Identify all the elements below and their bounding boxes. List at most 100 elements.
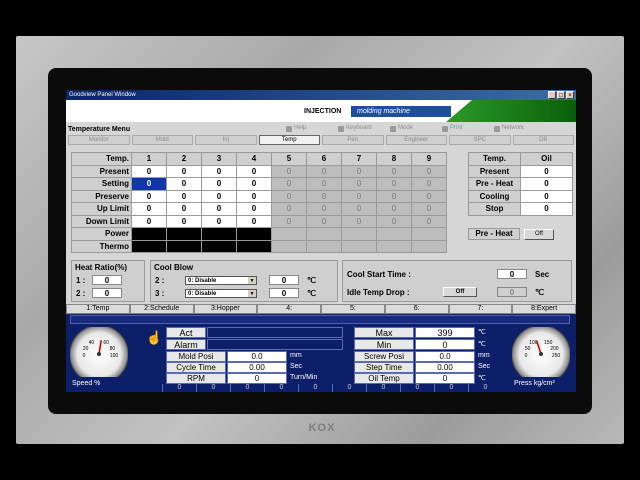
temp-cell[interactable]: 0 bbox=[236, 177, 272, 191]
fkey-6[interactable]: 6: bbox=[384, 304, 449, 314]
cool-blow-2-input[interactable]: 0 bbox=[269, 275, 299, 285]
temp-cell[interactable]: 0 bbox=[271, 177, 307, 191]
menu-network[interactable]: Network bbox=[494, 125, 546, 132]
temp-cell[interactable]: 0 bbox=[341, 202, 377, 216]
menu-mode[interactable]: Mode bbox=[390, 125, 442, 132]
temp-cell[interactable]: 0 bbox=[306, 202, 342, 216]
temp-cell[interactable]: 0 bbox=[201, 214, 237, 228]
temp-cell[interactable]: 0 bbox=[271, 202, 307, 216]
cool-start-input[interactable]: 0 bbox=[497, 269, 527, 279]
idle-drop-toggle-button[interactable]: Off bbox=[443, 287, 477, 297]
tab-engineer[interactable]: Engineer bbox=[385, 135, 447, 145]
oil-cooling-value[interactable]: 0 bbox=[520, 189, 573, 203]
menu-keyboard[interactable]: Keyboard bbox=[338, 125, 390, 132]
temp-cell[interactable]: 0 bbox=[271, 189, 307, 203]
temp-cell[interactable]: 0 bbox=[131, 202, 167, 216]
tab-mold[interactable]: Mold bbox=[131, 135, 193, 145]
temp-cell[interactable]: 0 bbox=[131, 164, 167, 178]
temp-cell[interactable]: 0 bbox=[166, 202, 202, 216]
thermo-indicator bbox=[271, 239, 307, 253]
temp-cell[interactable]: 0 bbox=[236, 189, 272, 203]
thermo-indicator bbox=[131, 239, 167, 253]
temp-cell[interactable]: 0 bbox=[376, 202, 412, 216]
close-button[interactable]: × bbox=[566, 91, 574, 99]
gauge-tick-label: 60 bbox=[103, 340, 109, 346]
temp-cell[interactable]: 0 bbox=[306, 164, 342, 178]
oil-stop-value[interactable]: 0 bbox=[520, 202, 573, 216]
temp-cell[interactable]: 0 bbox=[411, 189, 447, 203]
temp-cell[interactable]: 0 bbox=[376, 164, 412, 178]
fkey-3[interactable]: 3:Hopper bbox=[193, 304, 258, 314]
temp-cell[interactable]: 0 bbox=[131, 214, 167, 228]
temp-cell[interactable]: 0 bbox=[201, 189, 237, 203]
cool-blow-3-select[interactable]: 0: Disable bbox=[185, 288, 257, 298]
tab-spc[interactable]: SPC bbox=[449, 135, 511, 145]
tab-monitor[interactable]: Monitor bbox=[68, 135, 130, 145]
temp-cell[interactable]: 0 bbox=[131, 189, 167, 203]
zone-header: 9 bbox=[411, 152, 447, 166]
power-indicator bbox=[376, 227, 412, 241]
temp-cell[interactable]: 0 bbox=[166, 177, 202, 191]
temp-cell[interactable]: 0 bbox=[411, 202, 447, 216]
temp-cell[interactable]: 0 bbox=[201, 202, 237, 216]
temp-cell[interactable]: 0 bbox=[376, 214, 412, 228]
temp-cell[interactable]: 0 bbox=[306, 189, 342, 203]
fkey-5[interactable]: 5: bbox=[321, 304, 385, 314]
temp-cell[interactable]: 0 bbox=[166, 214, 202, 228]
heat-ratio-title: Heat Ratio(%) bbox=[75, 263, 128, 272]
minimize-button[interactable]: _ bbox=[548, 91, 556, 99]
thermo-indicator bbox=[411, 239, 447, 253]
temp-cell[interactable]: 0 bbox=[341, 164, 377, 178]
gauge-tick-label: 50 bbox=[525, 346, 531, 352]
oil-temp-value: 0 bbox=[415, 373, 475, 384]
temp-cell[interactable]: 0 bbox=[376, 177, 412, 191]
temp-cell[interactable]: 0 bbox=[341, 214, 377, 228]
temp-cell[interactable]: 0 bbox=[271, 214, 307, 228]
temp-cell[interactable]: 0 bbox=[166, 164, 202, 178]
fkey-4[interactable]: 4: bbox=[257, 304, 321, 314]
temp-cell[interactable]: 0 bbox=[201, 177, 237, 191]
temp-cell[interactable]: 0 bbox=[341, 177, 377, 191]
temp-cell[interactable]: 0 bbox=[201, 164, 237, 178]
tab-inj[interactable]: Inj bbox=[195, 135, 257, 145]
temp-cell[interactable]: 0 bbox=[131, 177, 167, 191]
preheat-toggle-button[interactable]: Off bbox=[524, 228, 554, 240]
power-indicator bbox=[166, 227, 202, 241]
temp-cell[interactable]: 0 bbox=[411, 177, 447, 191]
cool-blow-2-select[interactable]: 0: Disable bbox=[185, 275, 257, 285]
thermo-label: Thermo bbox=[71, 239, 132, 253]
temp-cell[interactable]: 0 bbox=[411, 214, 447, 228]
cool-blow-3-input[interactable]: 0 bbox=[269, 288, 299, 298]
temp-cell[interactable]: 0 bbox=[376, 189, 412, 203]
zone-header: 4 bbox=[236, 152, 272, 166]
fkey-1[interactable]: 1:Temp bbox=[66, 304, 130, 314]
tab-pen[interactable]: Pen bbox=[322, 135, 384, 145]
menu-print[interactable]: Print bbox=[442, 125, 494, 132]
fkey-8[interactable]: 8:Expert bbox=[512, 304, 576, 314]
tab-temp[interactable]: Temp bbox=[258, 135, 320, 145]
temp-cell[interactable]: 0 bbox=[236, 202, 272, 216]
tab-db[interactable]: DB bbox=[512, 135, 574, 145]
oil-present-value[interactable]: 0 bbox=[520, 164, 573, 178]
menu-help[interactable]: Help bbox=[286, 125, 338, 132]
heat-ratio-1-input[interactable]: 0 bbox=[92, 275, 122, 285]
press-gauge-label: Press kg/cm² bbox=[514, 380, 555, 387]
idle-drop-input[interactable]: 0 bbox=[497, 287, 527, 297]
oil-row-label: Stop bbox=[468, 202, 521, 216]
screw-posi-unit: mm bbox=[478, 352, 490, 359]
temp-cell[interactable]: 0 bbox=[411, 164, 447, 178]
temp-cell[interactable]: 0 bbox=[166, 189, 202, 203]
temp-cell[interactable]: 0 bbox=[236, 214, 272, 228]
temp-header-label: Temp. bbox=[71, 152, 132, 166]
fkey-7[interactable]: 7: bbox=[448, 304, 513, 314]
fkey-2[interactable]: 2:Schedule bbox=[129, 304, 194, 314]
alarm-value bbox=[207, 339, 343, 350]
temp-cell[interactable]: 0 bbox=[271, 164, 307, 178]
heat-ratio-2-input[interactable]: 0 bbox=[92, 288, 122, 298]
temp-cell[interactable]: 0 bbox=[306, 214, 342, 228]
temp-cell[interactable]: 0 bbox=[341, 189, 377, 203]
maximize-button[interactable]: □ bbox=[557, 91, 565, 99]
oil-preheat-value[interactable]: 0 bbox=[520, 177, 573, 191]
temp-cell[interactable]: 0 bbox=[306, 177, 342, 191]
temp-cell[interactable]: 0 bbox=[236, 164, 272, 178]
